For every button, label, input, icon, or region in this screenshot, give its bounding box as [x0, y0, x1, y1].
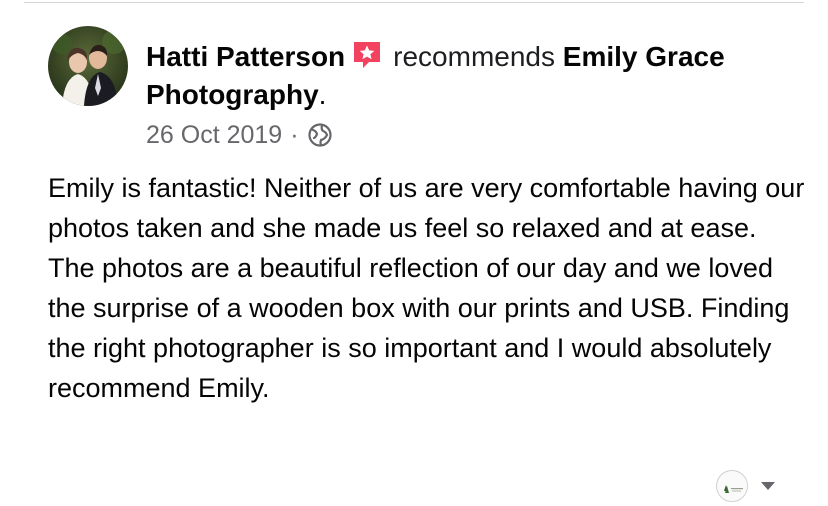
- post-actions: [716, 470, 778, 502]
- meta-separator: ·: [290, 121, 299, 149]
- author-avatar[interactable]: [48, 26, 128, 106]
- chevron-down-icon[interactable]: [758, 476, 778, 496]
- author-name[interactable]: Hatti Patterson: [146, 41, 345, 72]
- recommendation-star-icon: [351, 39, 383, 71]
- top-divider: [24, 2, 804, 3]
- header-period: .: [318, 79, 327, 110]
- author-avatar-photo: [48, 26, 128, 106]
- post-header: Hatti Patterson recommends Emily Grace Ph…: [146, 38, 786, 114]
- recommends-text: recommends: [393, 41, 555, 72]
- post-meta: 26 Oct 2019 ·: [146, 119, 333, 151]
- review-body: Emily is fantastic! Neither of us are ve…: [48, 173, 805, 403]
- page-avatar-icon[interactable]: [716, 470, 748, 502]
- review-post: Hatti Patterson recommends Emily Grace Ph…: [0, 0, 828, 506]
- globe-icon: [307, 123, 332, 147]
- post-date[interactable]: 26 Oct 2019: [146, 119, 282, 151]
